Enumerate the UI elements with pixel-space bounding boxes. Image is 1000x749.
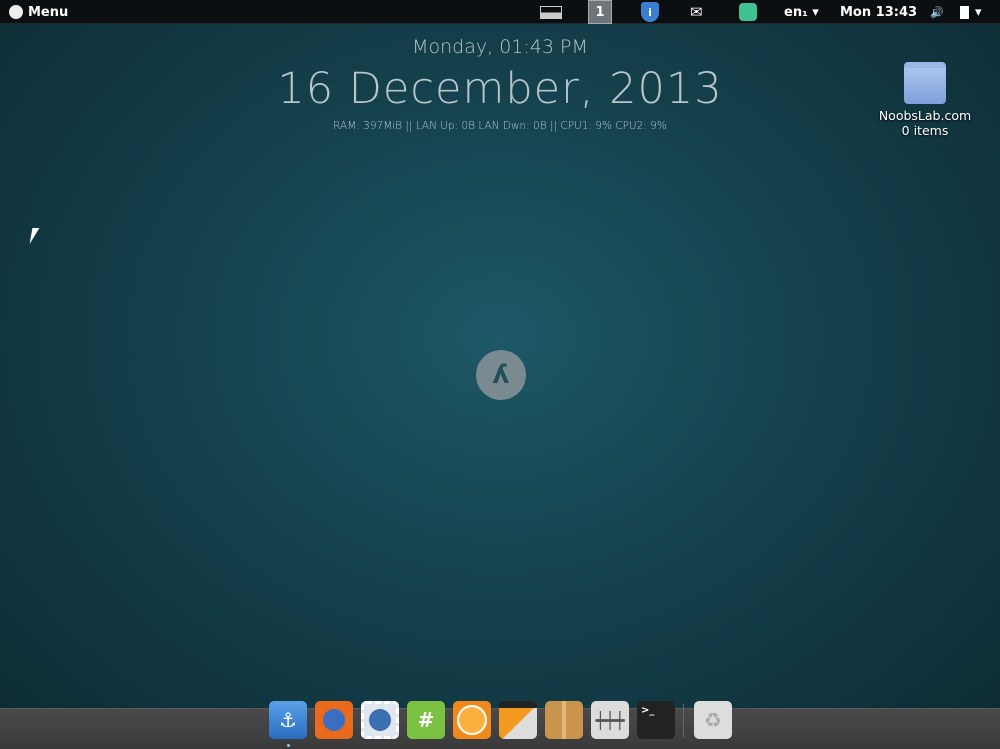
folder-icon [904, 62, 946, 104]
dock-video-icon[interactable] [499, 701, 537, 739]
volume-icon[interactable]: 🔊 [930, 0, 944, 24]
clock[interactable]: Mon 13:43 [840, 0, 917, 24]
folder-name: NoobsLab.com [878, 108, 972, 123]
dock-archive-icon[interactable] [545, 701, 583, 739]
mail-icon[interactable]: ✉ [690, 0, 703, 24]
conky-day-time: Monday, 01:43 PM [412, 36, 588, 58]
dock-trash-icon[interactable]: ♻ [694, 701, 732, 739]
show-desktop-icon[interactable] [540, 0, 562, 24]
dock-orange-icon[interactable] [453, 701, 491, 739]
dock-mixer-icon[interactable]: ┿┿┿ [591, 701, 629, 739]
conky-date: 16 December, 2013 [277, 64, 723, 114]
desktop-folder[interactable]: NoobsLab.com 0 items [872, 62, 978, 138]
battery-icon[interactable]: ▾ [960, 0, 982, 24]
keyboard-layout[interactable]: en₁ ▾ [784, 0, 819, 24]
menu-label: Menu [28, 4, 69, 20]
workspace-switcher[interactable]: 1 [588, 0, 612, 24]
conky-sysinfo: RAM: 397MiB || LAN Up: 0B LAN Dwn: 0B ||… [333, 120, 667, 132]
update-shield-icon[interactable]: i [641, 0, 659, 24]
dock-xchat-icon[interactable]: # [407, 701, 445, 739]
distro-logo-icon: ʎ [476, 350, 526, 400]
sync-icon[interactable] [739, 0, 757, 24]
dock-terminal-icon[interactable]: >_ [637, 701, 675, 739]
dock-thunderbird-icon[interactable] [361, 701, 399, 739]
running-indicator [287, 744, 290, 747]
mouse-cursor-icon [29, 228, 40, 244]
top-panel: Menu 1 i ✉ en₁ ▾ Mon 13:43 🔊 ▾ [0, 0, 1000, 24]
folder-count: 0 items [901, 123, 949, 138]
dock-anchor-icon[interactable]: ⚓ [269, 701, 307, 739]
battery-menu-arrow[interactable]: ▾ [975, 5, 982, 20]
globe-icon [9, 5, 23, 19]
dock-firefox-icon[interactable] [315, 701, 353, 739]
dock-separator [683, 704, 684, 738]
menu-button[interactable]: Menu [9, 0, 68, 24]
